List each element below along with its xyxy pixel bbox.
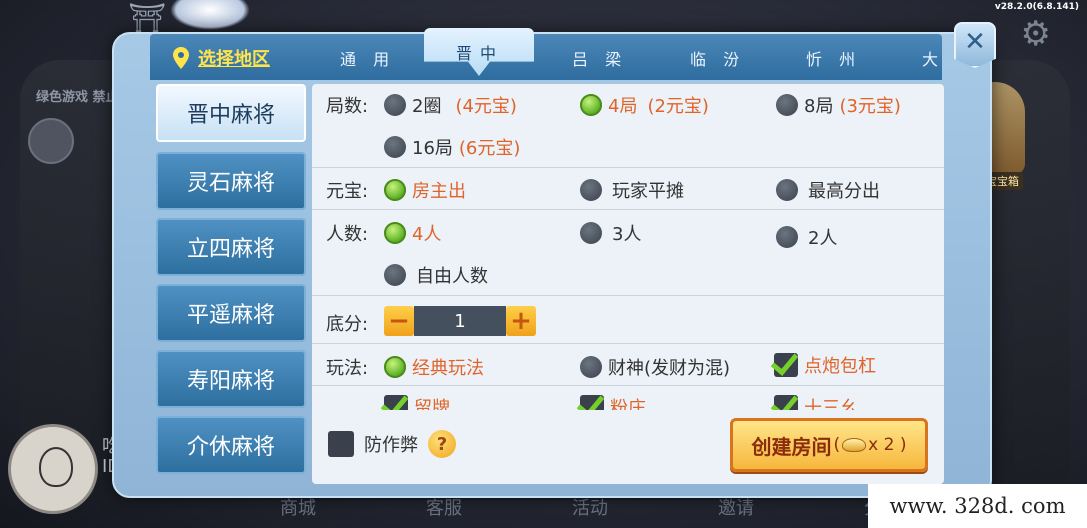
location-pin-icon (173, 47, 189, 69)
anti-cheat-label: 防作弊 (364, 435, 418, 456)
menu-item-lisi[interactable]: 立四麻将 (156, 218, 306, 276)
bottom-nav: 商城 客服 活动 邀请 分享 (280, 494, 900, 524)
play-style-label: 玩法: (326, 358, 369, 379)
play-option-shisanyao[interactable]: 十三幺 (774, 394, 858, 410)
checkbox-shisanyao[interactable] (774, 395, 798, 410)
play-option-caishen[interactable]: 财神(发财为混) (580, 354, 730, 380)
gold-ingot-icon (842, 438, 867, 452)
radio-16ju[interactable] (384, 136, 406, 158)
players-option-free[interactable]: 自由人数 (384, 262, 488, 288)
increment-button[interactable]: + (506, 306, 536, 336)
tab-linfen[interactable]: 临 汾 (690, 46, 745, 70)
players-option-4[interactable]: 4人 (384, 220, 441, 246)
decrement-button[interactable]: − (384, 306, 414, 336)
create-room-cost: x 2 ) (868, 435, 907, 455)
menu-item-shouyang[interactable]: 寿阳麻将 (156, 350, 306, 408)
help-icon[interactable]: ? (428, 430, 456, 458)
menu-item-lingshi[interactable]: 灵石麻将 (156, 152, 306, 210)
tab-xinzhou[interactable]: 忻 州 (806, 46, 861, 70)
ingot-option-host[interactable]: 房主出 (384, 177, 466, 203)
stamp-icon[interactable] (28, 118, 74, 164)
rounds-row: 局数: 2圈 (4元宝) 4局 (2元宝) 8局 (3元宝) 16局 (6元宝) (312, 84, 944, 168)
region-selector[interactable]: 选择地区 (172, 44, 270, 72)
radio-host-pays[interactable] (384, 179, 406, 201)
radio-2quan[interactable] (384, 94, 406, 116)
radio-8ju[interactable] (776, 94, 798, 116)
round-option-4ju[interactable]: 4局 (2元宝) (580, 92, 709, 118)
mahjong-type-menu: 晋中麻将 灵石麻将 立四麻将 平遥麻将 寿阳麻将 介休麻将 (152, 84, 310, 484)
round-option-8ju[interactable]: 8局 (3元宝) (776, 92, 901, 118)
base-score-stepper: − 1 + (384, 306, 536, 336)
region-label: 选择地区 (198, 49, 270, 70)
checkbox-liupai[interactable] (384, 395, 408, 410)
play-option-classic[interactable]: 经典玩法 (384, 354, 484, 380)
radio-3-players[interactable] (580, 222, 602, 244)
checkbox-dianpao[interactable] (774, 353, 798, 377)
moon-decoration (170, 0, 250, 30)
tab-general[interactable]: 通 用 (340, 46, 395, 70)
close-button[interactable]: ✕ (954, 22, 996, 68)
play-option-fenzhuang[interactable]: 粉庄 (580, 394, 646, 410)
ingot-label: 元宝: (326, 181, 369, 202)
radio-split[interactable] (580, 179, 602, 201)
checkbox-fenzhuang[interactable] (580, 395, 604, 410)
players-label: 人数: (326, 224, 369, 245)
version-text: v28.2.0(6.8.141) (994, 2, 1079, 12)
radio-4-players[interactable] (384, 222, 406, 244)
create-room-button[interactable]: 创建房间 ( x 2 ) (730, 418, 928, 472)
round-option-16ju[interactable]: 16局 (6元宝) (384, 134, 520, 160)
players-row: 人数: 4人 3人 2人 自由人数 (312, 210, 944, 296)
ingot-option-highest[interactable]: 最高分出 (776, 177, 880, 203)
players-option-3[interactable]: 3人 (580, 220, 641, 246)
radio-free-players[interactable] (384, 264, 406, 286)
radio-caishen[interactable] (580, 356, 602, 378)
close-icon: ✕ (964, 27, 986, 57)
players-option-2[interactable]: 2人 (776, 224, 837, 250)
tab-jinzhong[interactable]: 晋中 (456, 40, 504, 64)
base-score-value[interactable]: 1 (414, 306, 506, 336)
site-watermark: www. 328d. com (868, 484, 1087, 528)
radio-highest[interactable] (776, 179, 798, 201)
nav-shop[interactable]: 商城 (280, 494, 316, 524)
base-score-label: 底分: (326, 314, 369, 335)
avatar-face-icon (39, 447, 73, 487)
nav-service[interactable]: 客服 (426, 494, 462, 524)
ingot-row: 元宝: 房主出 玩家平摊 最高分出 (312, 168, 944, 210)
tab-lvliang[interactable]: 吕 梁 (572, 46, 627, 70)
ingot-option-split[interactable]: 玩家平摊 (580, 177, 684, 203)
create-room-label: 创建房间 (751, 434, 832, 459)
anti-cheat-checkbox[interactable] (328, 431, 354, 457)
anti-cheat-option[interactable]: 防作弊 ? (328, 430, 456, 458)
round-option-2quan[interactable]: 2圈 (4元宝) (384, 92, 517, 118)
radio-2-players[interactable] (776, 226, 798, 248)
play-style-row-2: 留牌 粉庄 十三幺 (312, 388, 944, 410)
tab-datong[interactable]: 大 (922, 46, 944, 70)
radio-4ju[interactable] (580, 94, 602, 116)
rounds-label: 局数: (326, 96, 369, 117)
play-option-dianpao[interactable]: 点炮包杠 (774, 352, 876, 378)
menu-item-jinzhong[interactable]: 晋中麻将 (156, 84, 306, 142)
menu-item-pingyao[interactable]: 平遥麻将 (156, 284, 306, 342)
radio-classic[interactable] (384, 356, 406, 378)
avatar[interactable] (8, 424, 98, 514)
play-style-row: 玩法: 经典玩法 财神(发财为混) 点炮包杠 (312, 344, 944, 386)
nav-invite[interactable]: 邀请 (718, 494, 754, 524)
play-option-liupai[interactable]: 留牌 (384, 394, 450, 410)
menu-item-jiexiu[interactable]: 介休麻将 (156, 416, 306, 474)
nav-activity[interactable]: 活动 (572, 494, 608, 524)
gear-icon[interactable]: ⚙ (1021, 14, 1051, 54)
green-game-notice: 绿色游戏 禁止 (36, 90, 119, 105)
create-open-paren: ( (833, 435, 841, 455)
